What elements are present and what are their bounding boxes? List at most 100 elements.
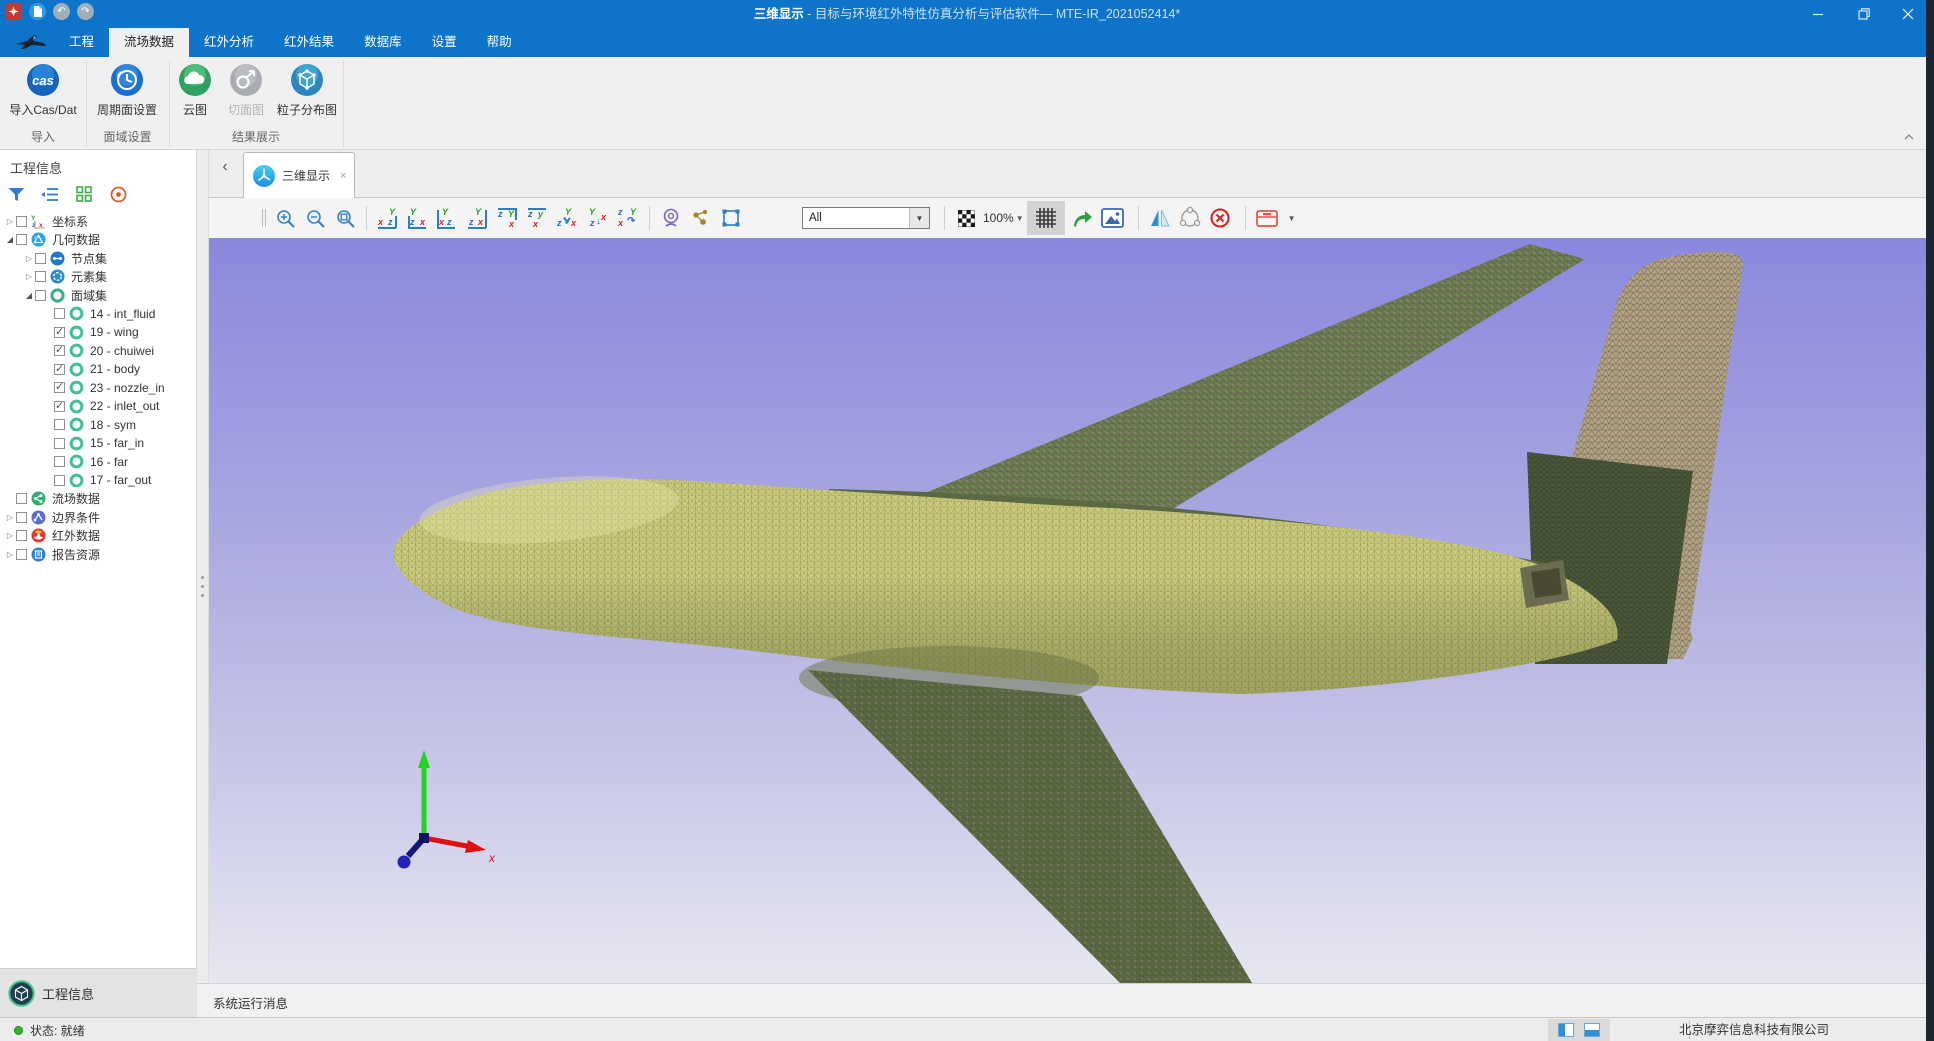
tree-checkbox[interactable] [54, 364, 65, 375]
view-back-icon[interactable]: Yzx [404, 203, 432, 233]
tree-item[interactable]: 17 - far_out [0, 471, 196, 490]
capture-box-icon[interactable] [1253, 203, 1281, 233]
tree-checkbox[interactable] [54, 456, 65, 467]
panel-bottom-icon[interactable] [1584, 1023, 1600, 1037]
tab-close-icon[interactable]: × [340, 170, 346, 182]
minimize-button[interactable] [1798, 0, 1838, 28]
tree-checkbox[interactable] [54, 475, 65, 486]
tree-item[interactable]: ▷边界条件 [0, 508, 196, 527]
tree-item[interactable]: ▷元素集 [0, 268, 196, 287]
export-arrow-icon[interactable] [1069, 203, 1097, 233]
tree-item[interactable]: 14 - int_fluid [0, 305, 196, 324]
close-button[interactable] [1888, 0, 1928, 28]
ribbon-button-particle-distribution[interactable]: 粒子分布图 [274, 62, 340, 118]
ribbon-button-cas-import[interactable]: cas导入Cas/Dat [4, 62, 82, 118]
menu-tab-流场数据[interactable]: 流场数据 [109, 28, 189, 57]
tree-checkbox[interactable] [54, 419, 65, 430]
grid-apps-icon[interactable] [74, 184, 94, 204]
ribbon-button-contour-cloud[interactable]: 云图 [172, 62, 218, 118]
clear-all-icon[interactable] [1206, 203, 1234, 233]
tree-expander-icon[interactable]: ▷ [4, 513, 16, 522]
menu-tab-红外结果[interactable]: 红外结果 [269, 28, 349, 57]
tree-checkbox[interactable] [54, 401, 65, 412]
mesh-toggle-button[interactable] [1027, 201, 1065, 235]
zoom-fit-icon[interactable] [331, 203, 359, 233]
3d-viewport[interactable]: x [209, 238, 1926, 983]
tree-item[interactable]: ◢面域集 [0, 286, 196, 305]
view-rotate-cw-icon[interactable]: zYx↷ [614, 203, 642, 233]
tree-checkbox[interactable] [35, 253, 46, 264]
tree-item[interactable]: 18 - sym [0, 416, 196, 435]
tree-checkbox[interactable] [16, 512, 27, 523]
tree-checkbox[interactable] [54, 308, 65, 319]
outline-list-icon[interactable] [40, 184, 60, 204]
combo-arrow-icon[interactable]: ▼ [909, 208, 929, 228]
tree-item[interactable]: 21 - body [0, 360, 196, 379]
particle-trace-icon[interactable] [687, 203, 715, 233]
display-filter-combo[interactable]: All ▼ [802, 207, 930, 229]
tree-checkbox[interactable] [16, 234, 27, 245]
tree-expander-icon[interactable]: ▷ [23, 254, 35, 263]
tree-item[interactable]: 15 - far_in [0, 434, 196, 453]
panel-left-icon[interactable] [1558, 1023, 1574, 1037]
view-rotate-ccw-icon[interactable]: Yxz↓ [584, 203, 612, 233]
tree-checkbox[interactable] [16, 216, 27, 227]
zoom-out-icon[interactable] [301, 203, 329, 233]
ribbon-button-period-face[interactable]: 周期面设置 [90, 62, 164, 118]
view-bottom-icon[interactable]: zyx [524, 203, 552, 233]
tree-item[interactable]: 20 - chuiwei [0, 342, 196, 361]
select-box-icon[interactable] [717, 203, 745, 233]
tree-item[interactable]: ▷红外数据 [0, 527, 196, 546]
zoom-caret-icon[interactable]: ▼ [1016, 214, 1024, 223]
tab-scroll-left-icon[interactable]: ‹ [217, 156, 233, 180]
tree-expander-icon[interactable]: ▷ [23, 272, 35, 281]
view-left-icon[interactable]: Yxz [434, 203, 462, 233]
menu-tab-帮助[interactable]: 帮助 [472, 28, 527, 57]
tree-expander-icon[interactable]: ◢ [23, 291, 35, 300]
tree-expander-icon[interactable]: ▷ [4, 550, 16, 559]
tree-item[interactable]: ▷节点集 [0, 249, 196, 268]
tree-checkbox[interactable] [35, 290, 46, 301]
tree-expander-icon[interactable]: ▷ [4, 531, 16, 540]
mirror-icon[interactable] [1146, 203, 1174, 233]
tree-checkbox[interactable] [54, 382, 65, 393]
locate-target-icon[interactable] [108, 184, 128, 204]
menu-tab-工程[interactable]: 工程 [54, 28, 109, 57]
pan-grip[interactable] [259, 203, 269, 233]
tree-expander-icon[interactable]: ◢ [4, 235, 16, 244]
share-nodes-icon[interactable] [1176, 203, 1204, 233]
snapshot-image-icon[interactable] [1099, 203, 1127, 233]
panel-splitter[interactable] [197, 150, 209, 1017]
zoom-percent-value[interactable]: 100% [983, 211, 1014, 225]
tree-expander-icon[interactable]: ▷ [4, 217, 16, 226]
view-right-icon[interactable]: Yzx [464, 203, 492, 233]
camera-icon[interactable] [657, 203, 685, 233]
capture-caret-icon[interactable]: ▼ [1288, 214, 1296, 223]
maximize-button[interactable] [1844, 0, 1884, 28]
menu-tab-数据库[interactable]: 数据库 [349, 28, 417, 57]
tree-checkbox[interactable] [16, 530, 27, 541]
tree-item[interactable]: 19 - wing [0, 323, 196, 342]
tree-checkbox[interactable] [16, 549, 27, 560]
tree-checkbox[interactable] [54, 327, 65, 338]
tree-item[interactable]: ▷报告资源 [0, 545, 196, 564]
view-isometric-icon[interactable]: Yzx [554, 203, 582, 233]
tab-3d-display[interactable]: 三维显示 × [243, 152, 355, 198]
tree-item[interactable]: 16 - far [0, 453, 196, 472]
tree-item[interactable]: 23 - nozzle_in [0, 379, 196, 398]
splitter-handle[interactable] [201, 576, 204, 603]
panel-bottom-tab[interactable]: 工程信息 [0, 968, 197, 1017]
view-front-icon[interactable]: Yxz [374, 203, 402, 233]
tree-checkbox[interactable] [54, 438, 65, 449]
menu-tab-设置[interactable]: 设置 [417, 28, 472, 57]
transparency-checker-icon[interactable] [952, 203, 980, 233]
tree-checkbox[interactable] [54, 345, 65, 356]
tree-checkbox[interactable] [16, 493, 27, 504]
tree-item[interactable]: ▷Yzx坐标系 [0, 212, 196, 231]
zoom-in-icon[interactable] [271, 203, 299, 233]
ribbon-collapse-chevron-icon[interactable] [1904, 133, 1916, 141]
tree-item[interactable]: 流场数据 [0, 490, 196, 509]
view-top-icon[interactable]: zYx [494, 203, 522, 233]
tree-item[interactable]: ◢几何数据 [0, 231, 196, 250]
menu-tab-红外分析[interactable]: 红外分析 [189, 28, 269, 57]
